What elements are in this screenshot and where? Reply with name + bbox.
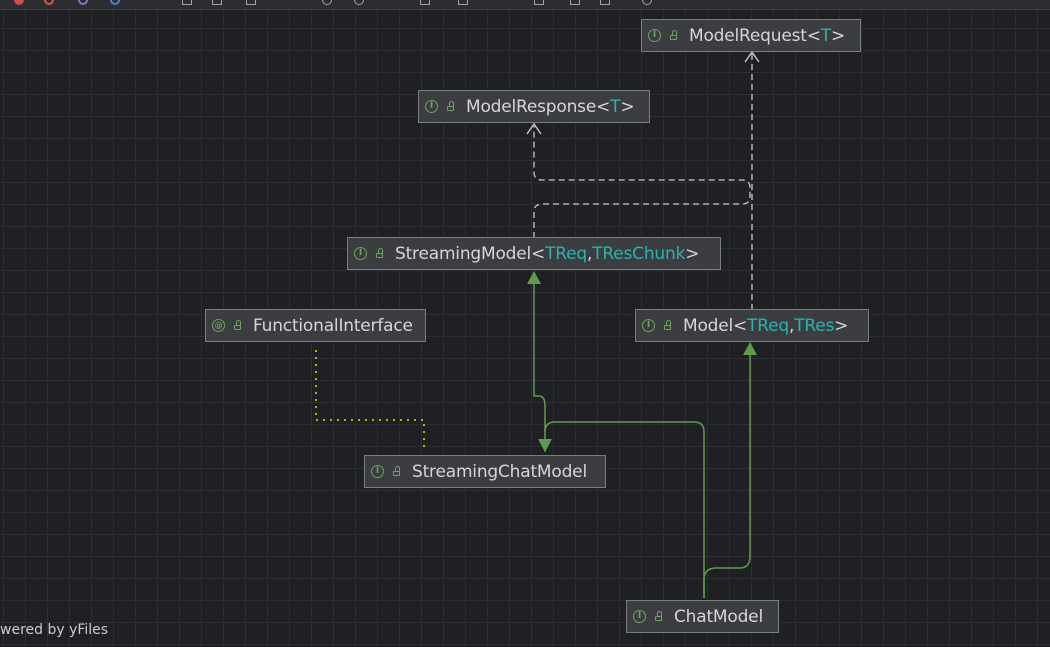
interface-icon: I [633, 610, 646, 623]
interface-icon: I [642, 319, 655, 332]
type-param: TRes [794, 315, 835, 336]
node-model[interactable]: I Model < TReq, TRes > [635, 309, 869, 342]
type-param: TReq [545, 243, 587, 264]
node-model-request[interactable]: I ModelRequest < T > [641, 19, 861, 52]
type-param: TResChunk [592, 243, 686, 264]
arrowhead-streaming-model [527, 271, 541, 284]
type-param: TReq [747, 315, 789, 336]
interface-icon: I [425, 100, 438, 113]
edge-chat-model-to-streaming-chat-model [544, 421, 705, 598]
edge-chat-model-to-model [703, 354, 751, 598]
node-name: ModelRequest [689, 25, 807, 46]
arrowhead-model [743, 342, 757, 355]
node-name: ModelResponse [466, 96, 597, 117]
public-visibility-icon [661, 319, 673, 332]
edge-streaming-model-to-model-response [533, 126, 751, 238]
node-name: ChatModel [674, 606, 763, 627]
annotation-icon: @ [212, 319, 225, 332]
interface-icon: I [648, 29, 661, 42]
node-functional-interface[interactable]: @ FunctionalInterface [205, 309, 426, 342]
arrowhead-streaming-chat-model [538, 439, 552, 452]
edge-annotation-functional-interface [315, 350, 425, 448]
public-visibility-icon [390, 465, 402, 478]
public-visibility-icon [231, 319, 243, 332]
node-name: StreamingChatModel [412, 461, 587, 482]
interface-icon: I [354, 247, 367, 260]
type-param: T [610, 96, 621, 117]
node-name: Model [683, 315, 734, 336]
node-streaming-chat-model[interactable]: I StreamingChatModel [364, 455, 606, 488]
node-model-response[interactable]: I ModelResponse < T > [418, 90, 650, 123]
public-visibility-icon [652, 610, 664, 623]
interface-icon: I [371, 465, 384, 478]
node-streaming-model[interactable]: I StreamingModel < TReq, TResChunk > [347, 237, 721, 270]
public-visibility-icon [667, 29, 679, 42]
node-chat-model[interactable]: I ChatModel [626, 600, 779, 633]
public-visibility-icon [444, 100, 456, 113]
node-name: FunctionalInterface [253, 315, 413, 336]
yfiles-credit: wered by yFiles [0, 622, 109, 638]
edge-streaming-chat-model-to-streaming-model [533, 282, 546, 452]
type-param: T [820, 25, 831, 46]
node-name: StreamingModel [395, 243, 532, 264]
public-visibility-icon [373, 247, 385, 260]
